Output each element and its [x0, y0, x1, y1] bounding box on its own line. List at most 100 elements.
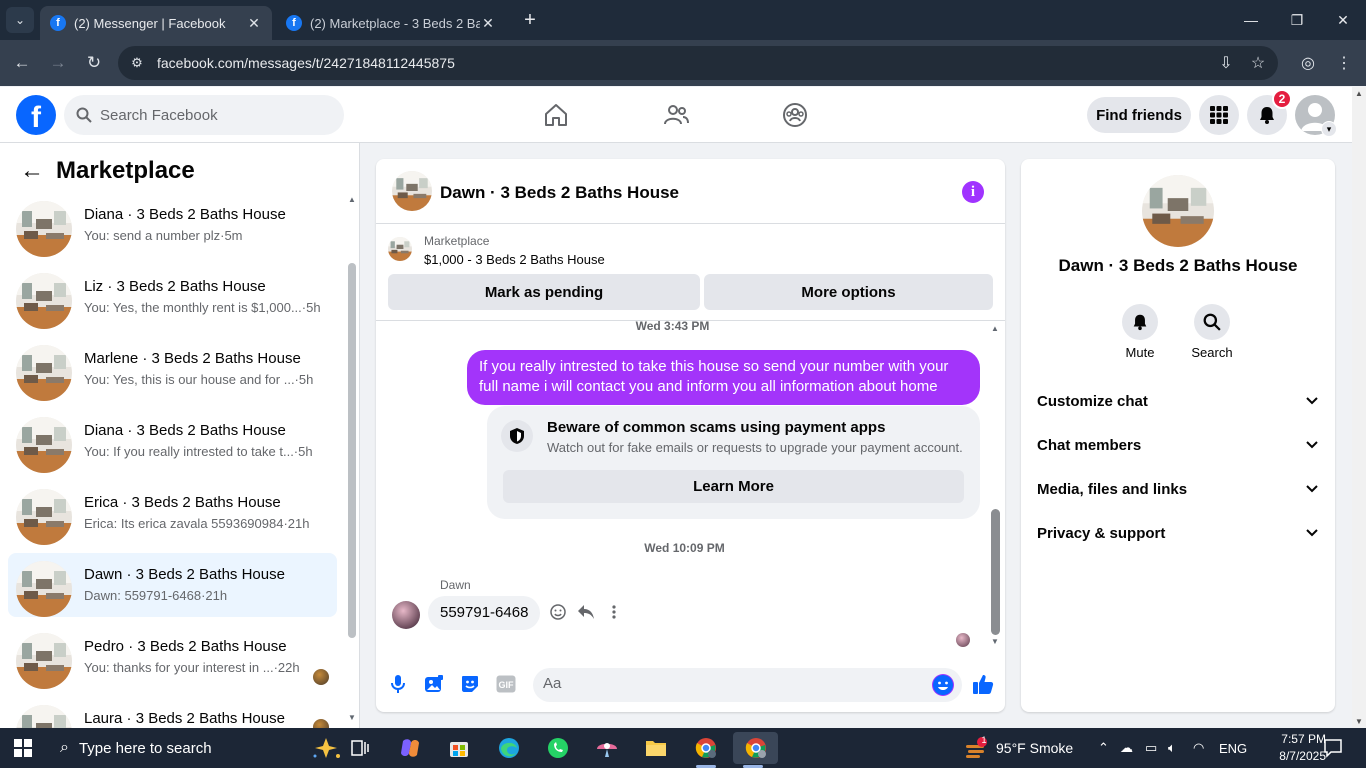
groups-icon[interactable] [775, 97, 815, 133]
message-sender-name: Dawn [440, 578, 471, 592]
profile-icon[interactable]: ◎ [1296, 51, 1320, 75]
facebook-logo-icon[interactable]: f [16, 95, 56, 135]
listing-thumbnail[interactable] [388, 237, 412, 261]
weather-text: 95°F Smoke [996, 740, 1074, 756]
scroll-down-arrow-icon[interactable]: ▼ [991, 637, 999, 646]
conversation-item[interactable]: Liz · 3 Beds 2 Baths House You: Yes, the … [8, 265, 337, 329]
scrollbar-thumb[interactable] [991, 509, 1000, 635]
weather-widget[interactable]: 1 95°F Smoke [964, 728, 1073, 768]
account-chevron-down-icon[interactable]: ▾ [1321, 121, 1337, 137]
conversation-preview: Erica: Its erica zavala 5593690984·21h [84, 516, 310, 531]
message-input-box[interactable] [533, 668, 962, 702]
back-arrow-icon[interactable]: ← [18, 157, 46, 185]
conversation-item[interactable]: Marlene · 3 Beds 2 Baths House You: Yes, … [8, 337, 337, 401]
incoming-message-bubble[interactable]: 559791-6468 [428, 596, 541, 630]
more-actions-icon[interactable] [604, 602, 624, 622]
mark-as-pending-button[interactable]: Mark as pending [388, 274, 700, 310]
volume-icon[interactable]: 🔈︎ [1168, 728, 1176, 768]
menu-grid-icon[interactable] [1199, 95, 1239, 135]
close-window-button[interactable]: ✕ [1320, 0, 1366, 40]
conversation-item[interactable]: Diana · 3 Beds 2 Baths House You: If you … [8, 409, 337, 473]
conversation-item[interactable]: Dawn · 3 Beds 2 Baths House Dawn: 559791-… [8, 553, 337, 617]
find-friends-button[interactable]: Find friends [1087, 97, 1191, 133]
outgoing-message-bubble[interactable]: If you really intrested to take this hou… [467, 350, 980, 405]
bookmark-star-icon[interactable]: ☆ [1246, 51, 1270, 75]
scroll-down-arrow-icon[interactable]: ▼ [1355, 717, 1363, 726]
microphone-icon[interactable] [386, 672, 410, 696]
friends-icon[interactable] [656, 97, 696, 133]
install-app-icon[interactable]: ⇩ [1214, 51, 1238, 75]
sender-avatar[interactable] [392, 601, 420, 629]
info-icon[interactable]: i [962, 181, 984, 203]
tab-search-menu-button[interactable]: ⌄ [6, 7, 34, 33]
thumbs-up-icon[interactable] [971, 672, 995, 696]
conversation-item[interactable]: Pedro · 3 Beds 2 Baths House You: thanks … [8, 625, 337, 689]
search-input[interactable] [100, 106, 320, 124]
conversation-item[interactable]: Laura · 3 Beds 2 Baths House [8, 697, 337, 728]
onedrive-icon[interactable]: ☁ [1120, 728, 1133, 768]
conversation-item[interactable]: Diana · 3 Beds 2 Baths House You: send a … [8, 193, 337, 257]
learn-more-button[interactable]: Learn More [503, 470, 964, 503]
listing-price-title[interactable]: $1,000 - 3 Beds 2 Baths House [424, 252, 605, 267]
battery-icon[interactable]: ▭ [1145, 728, 1157, 768]
chrome-profile-icon[interactable] [686, 732, 726, 768]
info-section-row[interactable]: Customize chat [1037, 385, 1319, 417]
taskbar-search-box[interactable]: ⌕ Type here to search [48, 728, 340, 768]
page-scrollbar[interactable]: ▲ ▼ [1352, 87, 1366, 728]
attach-photo-icon[interactable] [422, 672, 446, 696]
chat-listing-avatar[interactable] [392, 171, 432, 211]
file-explorer-icon[interactable] [636, 732, 676, 764]
microsoft-store-icon[interactable] [439, 732, 479, 764]
browser-menu-icon[interactable]: ⋮ [1332, 51, 1356, 75]
facebook-search[interactable] [64, 95, 344, 135]
scrollbar-thumb[interactable] [348, 263, 356, 638]
restore-button[interactable]: ❐ [1274, 0, 1320, 40]
reload-button[interactable]: ↻ [82, 51, 106, 75]
mute-button[interactable]: Mute [1110, 304, 1170, 360]
more-options-button[interactable]: More options [704, 274, 993, 310]
windows-start-icon[interactable] [14, 739, 32, 757]
show-hidden-icons-chevron-icon[interactable]: ⌃ [1098, 728, 1109, 768]
site-settings-icon[interactable]: ⚙ [124, 50, 150, 76]
info-section-row[interactable]: Chat members [1037, 429, 1319, 461]
tab-marketplace[interactable]: f (2) Marketplace - 3 Beds 2 Bath ✕ [276, 6, 506, 40]
back-button[interactable]: ← [10, 51, 34, 75]
minimize-button[interactable]: — [1228, 0, 1274, 40]
copilot-icon[interactable] [390, 732, 430, 764]
info-section-row[interactable]: Privacy & support [1037, 517, 1319, 549]
task-view-icon[interactable] [340, 732, 380, 764]
conversation-avatar[interactable] [1142, 175, 1214, 247]
app-icon[interactable] [587, 732, 627, 764]
chrome-active-icon[interactable] [733, 732, 778, 768]
scroll-up-arrow-icon[interactable]: ▲ [991, 324, 999, 333]
info-section-row[interactable]: Media, files and links [1037, 473, 1319, 505]
scroll-up-arrow-icon[interactable]: ▲ [348, 195, 356, 204]
reply-icon[interactable] [576, 602, 596, 622]
new-tab-button[interactable]: + [518, 8, 542, 32]
conversation-list-scrollbar[interactable]: ▲ ▼ [345, 193, 359, 728]
home-icon[interactable] [536, 97, 576, 133]
chat-title[interactable]: Dawn · 3 Beds 2 Baths House [440, 183, 679, 203]
tab-messenger[interactable]: f (2) Messenger | Facebook ✕ [40, 6, 272, 40]
emoji-icon[interactable] [932, 674, 954, 696]
system-clock[interactable]: 7:57 PM 8/7/2025 [1276, 731, 1326, 765]
scroll-up-arrow-icon[interactable]: ▲ [1355, 89, 1363, 98]
conversation-item[interactable]: Erica · 3 Beds 2 Baths House Erica: Its e… [8, 481, 337, 545]
edge-browser-icon[interactable] [489, 732, 529, 764]
message-input[interactable] [543, 675, 913, 692]
address-bar[interactable]: ⚙ facebook.com/messages/t/24271848112445… [118, 46, 1278, 80]
tab-close-icon[interactable]: ✕ [246, 15, 262, 32]
notification-center-icon[interactable] [1323, 738, 1343, 758]
react-smiley-icon[interactable] [548, 602, 568, 622]
scroll-down-arrow-icon[interactable]: ▼ [348, 713, 356, 722]
sticker-icon[interactable] [458, 672, 482, 696]
search-icon [1194, 304, 1230, 340]
wifi-icon[interactable]: ◠ [1193, 728, 1204, 768]
tab-close-icon[interactable]: ✕ [480, 15, 496, 32]
search-conversation-button[interactable]: Search [1182, 304, 1242, 360]
whatsapp-icon[interactable] [538, 732, 578, 764]
gif-icon[interactable]: GIF [494, 672, 518, 696]
chat-scrollbar[interactable]: ▲ ▼ [989, 324, 1003, 649]
forward-button[interactable]: → [46, 51, 70, 75]
language-indicator[interactable]: ENG [1219, 728, 1247, 768]
